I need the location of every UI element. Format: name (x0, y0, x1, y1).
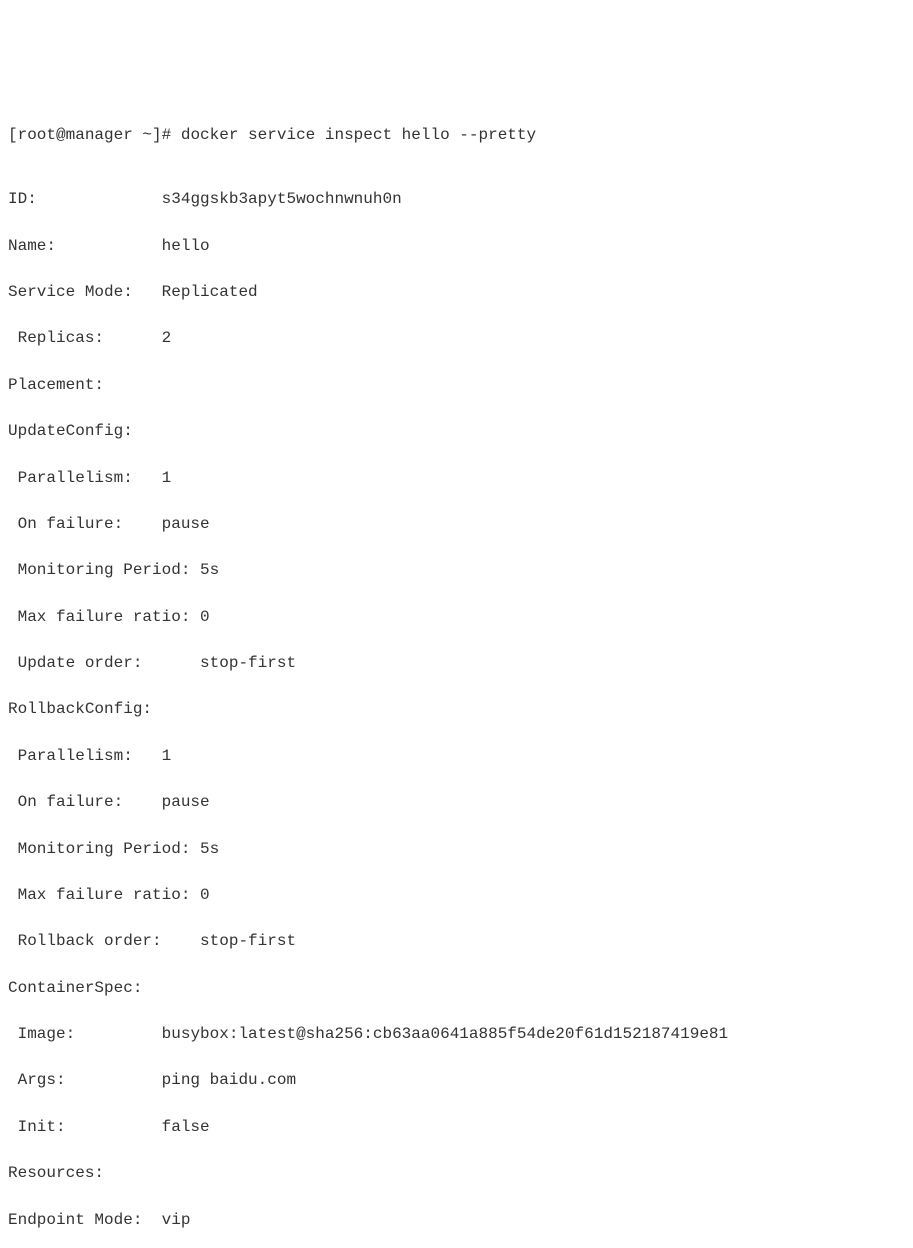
id-label: ID: (8, 190, 37, 208)
uc-onfailure-value: pause (162, 515, 210, 533)
service-mode-line: Service Mode: Replicated (8, 281, 905, 304)
name-value: hello (162, 237, 210, 255)
uc-maxfail-label: Max failure ratio: (8, 608, 190, 626)
rc-maxfail-value: 0 (200, 886, 210, 904)
update-config-label: UpdateConfig: (8, 422, 133, 440)
rc-maxfail-label: Max failure ratio: (8, 886, 190, 904)
rc-parallelism-label: Parallelism: (8, 747, 133, 765)
command-text: docker service inspect hello --pretty (181, 126, 536, 144)
id-value: s34ggskb3apyt5wochnwnuh0n (162, 190, 402, 208)
terminal-output: [root@manager ~]# docker service inspect… (8, 101, 905, 1248)
uc-monitoring-line: Monitoring Period: 5s (8, 559, 905, 582)
name-line: Name: hello (8, 235, 905, 258)
uc-parallelism-line: Parallelism: 1 (8, 467, 905, 490)
rc-onfailure-line: On failure: pause (8, 791, 905, 814)
rollback-config-label: RollbackConfig: (8, 700, 152, 718)
rc-maxfail-line: Max failure ratio: 0 (8, 884, 905, 907)
uc-maxfail-value: 0 (200, 608, 210, 626)
endpoint-mode-value: vip (162, 1211, 191, 1229)
cs-args-value: ping baidu.com (162, 1071, 296, 1089)
rc-onfailure-value: pause (162, 793, 210, 811)
uc-parallelism-label: Parallelism: (8, 469, 133, 487)
uc-monitoring-value: 5s (200, 561, 219, 579)
uc-parallelism-value: 1 (162, 469, 172, 487)
service-mode-value: Replicated (162, 283, 258, 301)
replicas-label: Replicas: (8, 329, 104, 347)
resources-line: Resources: (8, 1162, 905, 1185)
id-line: ID: s34ggskb3apyt5wochnwnuh0n (8, 188, 905, 211)
cs-init-value: false (162, 1118, 210, 1136)
cs-args-line: Args: ping baidu.com (8, 1069, 905, 1092)
cs-init-line: Init: false (8, 1116, 905, 1139)
rollback-config-line: RollbackConfig: (8, 698, 905, 721)
prompt-line[interactable]: [root@manager ~]# docker service inspect… (8, 124, 905, 147)
placement-line: Placement: (8, 374, 905, 397)
cs-init-label: Init: (8, 1118, 66, 1136)
rc-monitoring-line: Monitoring Period: 5s (8, 838, 905, 861)
rc-parallelism-value: 1 (162, 747, 172, 765)
cs-image-label: Image: (8, 1025, 75, 1043)
cs-args-label: Args: (8, 1071, 66, 1089)
prompt-user-host: [root@manager ~]# (8, 126, 171, 144)
uc-maxfail-line: Max failure ratio: 0 (8, 606, 905, 629)
replicas-line: Replicas: 2 (8, 327, 905, 350)
cs-image-value: busybox:latest@sha256:cb63aa0641a885f54d… (162, 1025, 729, 1043)
rc-monitoring-label: Monitoring Period: (8, 840, 190, 858)
uc-order-label: Update order: (8, 654, 142, 672)
update-config-line: UpdateConfig: (8, 420, 905, 443)
uc-order-line: Update order: stop-first (8, 652, 905, 675)
rc-parallelism-line: Parallelism: 1 (8, 745, 905, 768)
name-label: Name: (8, 237, 56, 255)
uc-order-value: stop-first (200, 654, 296, 672)
rc-monitoring-value: 5s (200, 840, 219, 858)
container-spec-label: ContainerSpec: (8, 979, 142, 997)
rc-order-line: Rollback order: stop-first (8, 930, 905, 953)
uc-monitoring-label: Monitoring Period: (8, 561, 190, 579)
container-spec-line: ContainerSpec: (8, 977, 905, 1000)
rc-order-value: stop-first (200, 932, 296, 950)
replicas-value: 2 (162, 329, 172, 347)
cs-image-line: Image: busybox:latest@sha256:cb63aa0641a… (8, 1023, 905, 1046)
uc-onfailure-label: On failure: (8, 515, 123, 533)
endpoint-mode-line: Endpoint Mode: vip (8, 1209, 905, 1232)
rc-onfailure-label: On failure: (8, 793, 123, 811)
rc-order-label: Rollback order: (8, 932, 162, 950)
service-mode-label: Service Mode: (8, 283, 133, 301)
resources-label: Resources: (8, 1164, 104, 1182)
placement-label: Placement: (8, 376, 104, 394)
uc-onfailure-line: On failure: pause (8, 513, 905, 536)
endpoint-mode-label: Endpoint Mode: (8, 1211, 142, 1229)
